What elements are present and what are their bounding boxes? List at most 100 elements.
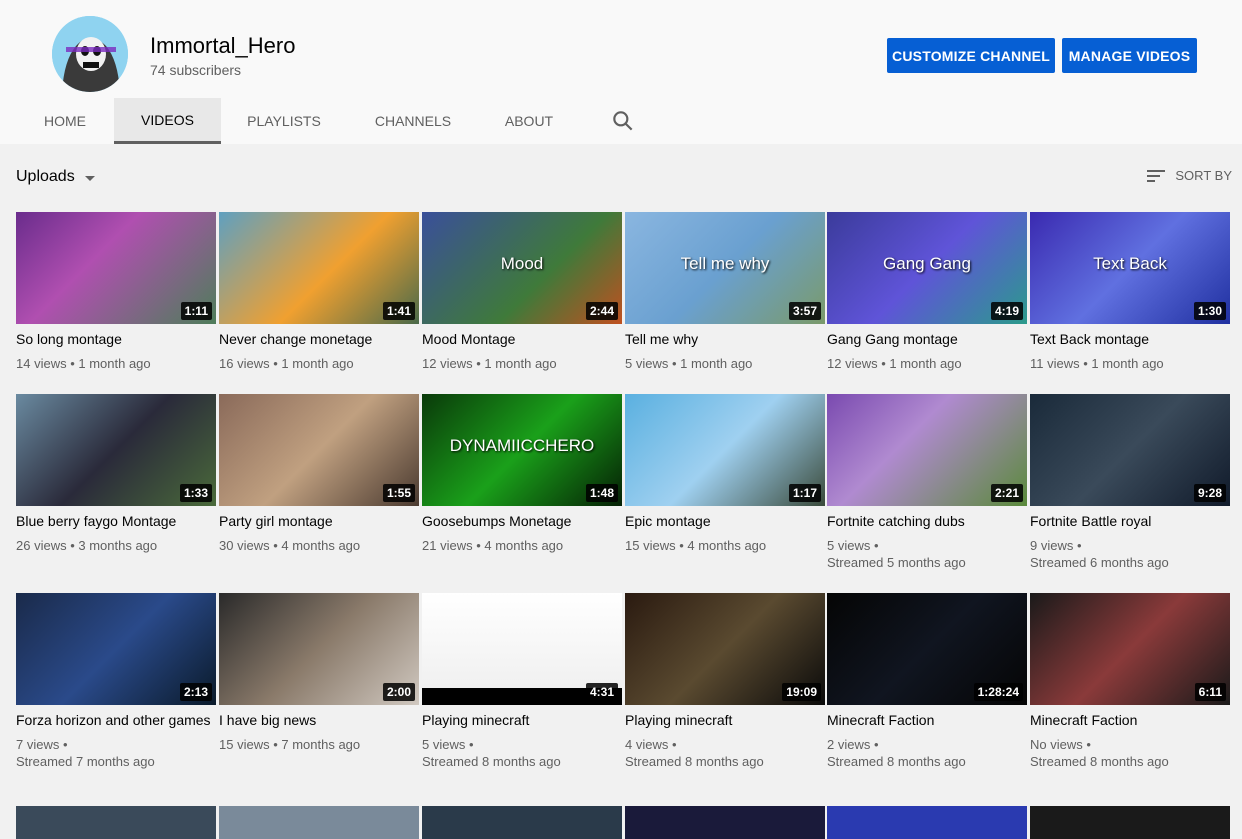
video-card[interactable]: 2:13 Forza horizon and other games 7 views… [16, 593, 216, 770]
video-title[interactable]: Blue berry faygo Montage [16, 513, 216, 529]
video-title[interactable]: Fortnite catching dubs [827, 513, 1027, 529]
video-card[interactable]: DYNAMIICCHERO 1:48 Goosebumps Monetage 21 v… [422, 394, 622, 554]
video-duration: 9:28 [1193, 484, 1226, 502]
video-duration: 2:00 [382, 683, 415, 701]
video-thumbnail[interactable] [1030, 806, 1230, 839]
video-title[interactable]: Mood Montage [422, 331, 622, 347]
video-card[interactable]: Tell me why 3:57 Tell me why 5 views • 1 mo… [625, 212, 825, 372]
video-thumbnail[interactable]: 2:00 [219, 593, 419, 705]
video-thumbnail[interactable]: 1:28:24 [827, 593, 1027, 705]
video-title[interactable]: Forza horizon and other games [16, 712, 216, 728]
tab-playlists[interactable]: PLAYLISTS [229, 98, 339, 144]
video-duration: 1:48 [585, 484, 618, 502]
video-card[interactable]: 6:11 Minecraft Faction No views • Streamed … [1030, 593, 1230, 770]
video-title[interactable]: I have big news [219, 712, 419, 728]
video-metadata: 14 views • 1 month ago [16, 356, 151, 371]
thumbnail-overlay-text: DYNAMIICCHERO [449, 436, 595, 455]
video-thumbnail[interactable]: Text Back 1:30 [1030, 212, 1230, 324]
video-card[interactable]: 1:33 Blue berry faygo Montage 26 views • 3… [16, 394, 216, 554]
skull-avatar-icon [52, 16, 128, 92]
video-thumbnail[interactable]: Mood 2:44 [422, 212, 622, 324]
video-metadata: 26 views • 3 months ago [16, 538, 158, 553]
video-card[interactable]: 19:09 Playing minecraft 4 views • Streamed … [625, 593, 825, 770]
video-duration: 1:11 [180, 302, 212, 320]
video-title[interactable]: Fortnite Battle royal [1030, 513, 1230, 529]
video-age: Streamed 8 months ago [625, 754, 764, 769]
video-card[interactable]: 1:28:24 Minecraft Faction 2 views • Streame… [827, 593, 1027, 770]
video-title[interactable]: Playing minecraft [422, 712, 622, 728]
tab-videos[interactable]: VIDEOS [114, 98, 221, 144]
video-card[interactable]: 1:11 So long montage 14 views • 1 month ag… [16, 212, 216, 372]
video-title[interactable]: So long montage [16, 331, 216, 347]
video-metadata: 15 views • 7 months ago [219, 737, 361, 752]
video-title[interactable]: Party girl montage [219, 513, 419, 529]
video-title[interactable]: Text Back montage [1030, 331, 1230, 347]
search-icon[interactable] [610, 108, 636, 134]
sort-by-label: SORT BY [1175, 168, 1232, 183]
video-title[interactable]: Goosebumps Monetage [422, 513, 622, 529]
video-thumbnail[interactable]: 1:33 [16, 394, 216, 506]
video-card[interactable]: 2:21 Fortnite catching dubs 5 views • Strea… [827, 394, 1027, 571]
video-thumbnail[interactable]: DYNAMIICCHERO 1:48 [422, 394, 622, 506]
video-duration: 1:28:24 [973, 683, 1023, 701]
video-card[interactable]: Mood 2:44 Mood Montage 12 views • 1 month a… [422, 212, 622, 372]
tab-home[interactable]: HOME [16, 98, 114, 144]
video-metadata: 21 views • 4 months ago [422, 538, 564, 553]
video-thumbnail[interactable]: 1:55 [219, 394, 419, 506]
video-views: 5 views • [827, 538, 879, 553]
video-thumbnail[interactable]: 6:11 [1030, 593, 1230, 705]
video-thumbnail[interactable]: 9:28 [1030, 394, 1230, 506]
channel-avatar[interactable] [52, 16, 128, 92]
video-metadata: 16 views • 1 month ago [219, 356, 354, 371]
video-metadata: 5 views • 1 month ago [625, 356, 753, 371]
video-views: 4 views • [625, 737, 677, 752]
channel-header: Immortal_Hero 74 subscribers CUSTOMIZE C… [0, 0, 1242, 144]
thumbnail-overlay-text: Text Back [1093, 254, 1167, 273]
video-age: Streamed 5 months ago [827, 555, 966, 570]
video-card[interactable]: 1:55 Party girl montage 30 views • 4 month… [219, 394, 419, 554]
videos-grid-section: Uploads SORT BY 1:11 So long montage 14 vi… [0, 144, 1242, 839]
video-thumbnail[interactable]: 2:13 [16, 593, 216, 705]
customize-channel-button[interactable]: CUSTOMIZE CHANNEL [887, 38, 1055, 73]
video-card[interactable]: 1:17 Epic montage 15 views • 4 months ago [625, 394, 825, 554]
video-thumbnail[interactable]: Gang Gang 4:19 [827, 212, 1027, 324]
video-thumbnail[interactable] [422, 806, 622, 839]
video-duration: 6:11 [1194, 683, 1226, 701]
manage-videos-button[interactable]: MANAGE VIDEOS [1062, 38, 1197, 73]
video-title[interactable]: Epic montage [625, 513, 825, 529]
video-title[interactable]: Gang Gang montage [827, 331, 1027, 347]
video-card[interactable]: Text Back 1:30 Text Back montage 11 views •… [1030, 212, 1230, 372]
video-card[interactable]: 1:41 Never change monetage 16 views • 1 mo… [219, 212, 419, 372]
sort-by-button[interactable]: SORT BY [1147, 168, 1232, 183]
video-thumbnail[interactable]: 4:31 [422, 593, 622, 705]
subscriber-count: 74 subscribers [150, 62, 242, 78]
video-metadata: 11 views • 1 month ago [1030, 356, 1164, 371]
video-title[interactable]: Minecraft Faction [827, 712, 1027, 728]
tab-about[interactable]: ABOUT [487, 98, 571, 144]
sort-icon [1147, 169, 1166, 182]
video-thumbnail[interactable]: Tell me why 3:57 [625, 212, 825, 324]
video-thumbnail[interactable] [827, 806, 1027, 839]
uploads-dropdown[interactable]: Uploads [16, 168, 95, 186]
video-thumbnail[interactable]: 1:17 [625, 394, 825, 506]
video-title[interactable]: Tell me why [625, 331, 825, 347]
video-duration: 1:41 [382, 302, 415, 320]
video-card[interactable]: Gang Gang 4:19 Gang Gang montage 12 views •… [827, 212, 1027, 372]
video-thumbnail[interactable]: 2:21 [827, 394, 1027, 506]
video-metadata: 5 views • Streamed 8 months ago [422, 736, 622, 770]
video-card[interactable]: 2:00 I have big news 15 views • 7 months a… [219, 593, 419, 753]
video-thumbnail[interactable] [625, 806, 825, 839]
video-card[interactable]: 9:28 Fortnite Battle royal 9 views • Stream… [1030, 394, 1230, 571]
video-thumbnail[interactable]: 1:11 [16, 212, 216, 324]
video-duration: 1:33 [179, 484, 212, 502]
video-thumbnail[interactable] [219, 806, 419, 839]
video-title[interactable]: Never change monetage [219, 331, 419, 347]
video-thumbnail[interactable]: 19:09 [625, 593, 825, 705]
tab-channels[interactable]: CHANNELS [359, 98, 467, 144]
video-thumbnail[interactable] [16, 806, 216, 839]
video-age: Streamed 8 months ago [422, 754, 561, 769]
video-thumbnail[interactable]: 1:41 [219, 212, 419, 324]
video-title[interactable]: Playing minecraft [625, 712, 825, 728]
video-title[interactable]: Minecraft Faction [1030, 712, 1230, 728]
video-card[interactable]: 4:31 Playing minecraft 5 views • Streamed 8… [422, 593, 622, 770]
